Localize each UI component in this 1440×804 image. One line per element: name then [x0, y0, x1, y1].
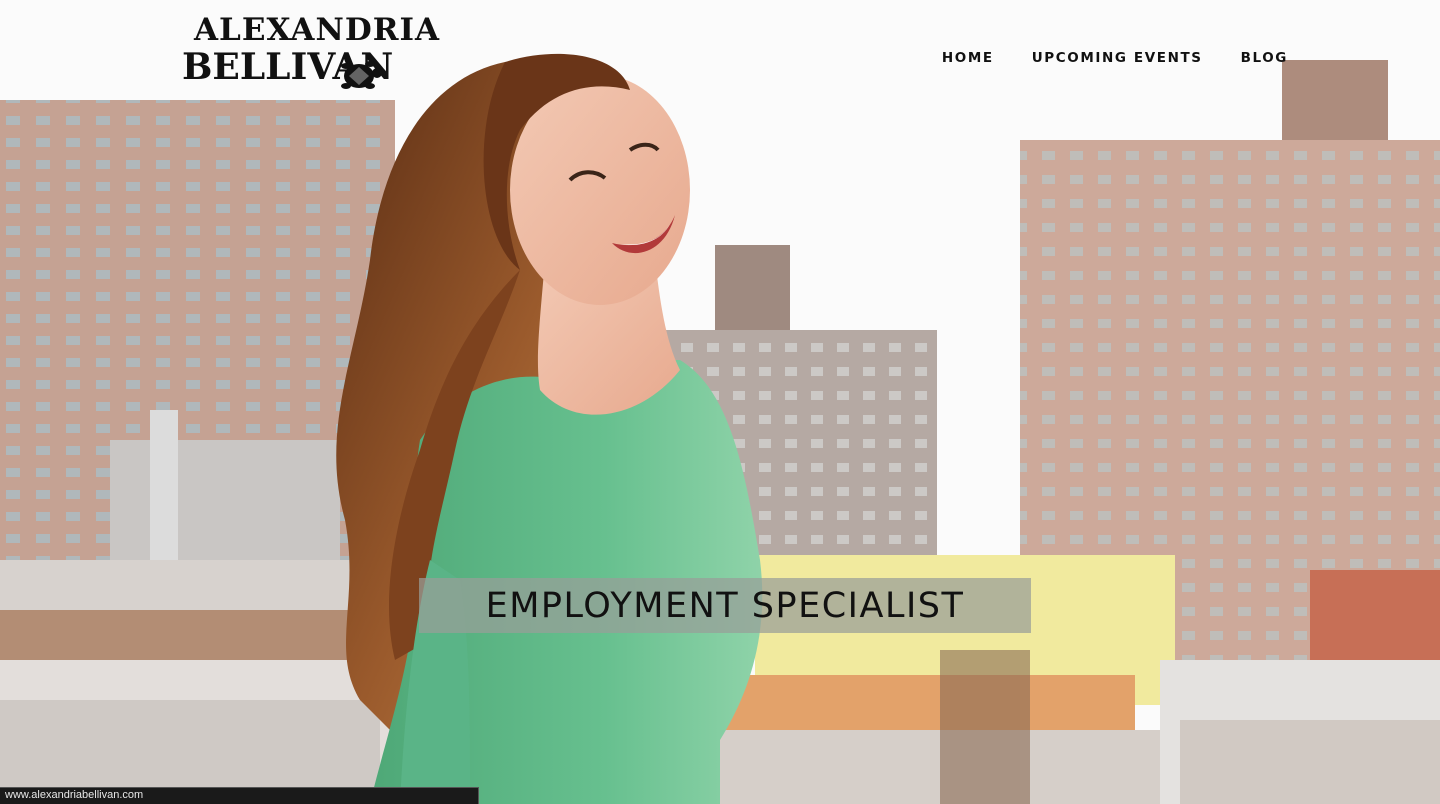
nav-upcoming-events[interactable]: UPCOMING EVENTS — [1032, 50, 1203, 66]
hero-photo — [0, 0, 1440, 804]
hero-banner: EMPLOYMENT SPECIALIST — [419, 578, 1031, 633]
link-status-bar: www.alexandriabellivan.com — [0, 787, 479, 804]
turtle-icon — [341, 61, 382, 89]
hero-scene — [0, 0, 1440, 804]
hero-banner-text: EMPLOYMENT SPECIALIST — [485, 585, 965, 626]
nav-home[interactable]: HOME — [942, 50, 994, 66]
main-nav: HOME UPCOMING EVENTS BLOG — [942, 50, 1288, 66]
site-logo[interactable]: ALEXANDRIA BELLIVAN — [180, 8, 439, 110]
nav-blog[interactable]: BLOG — [1241, 50, 1288, 66]
status-url: www.alexandriabellivan.com — [5, 789, 144, 801]
logo-line-1: ALEXANDRIA — [194, 12, 441, 48]
